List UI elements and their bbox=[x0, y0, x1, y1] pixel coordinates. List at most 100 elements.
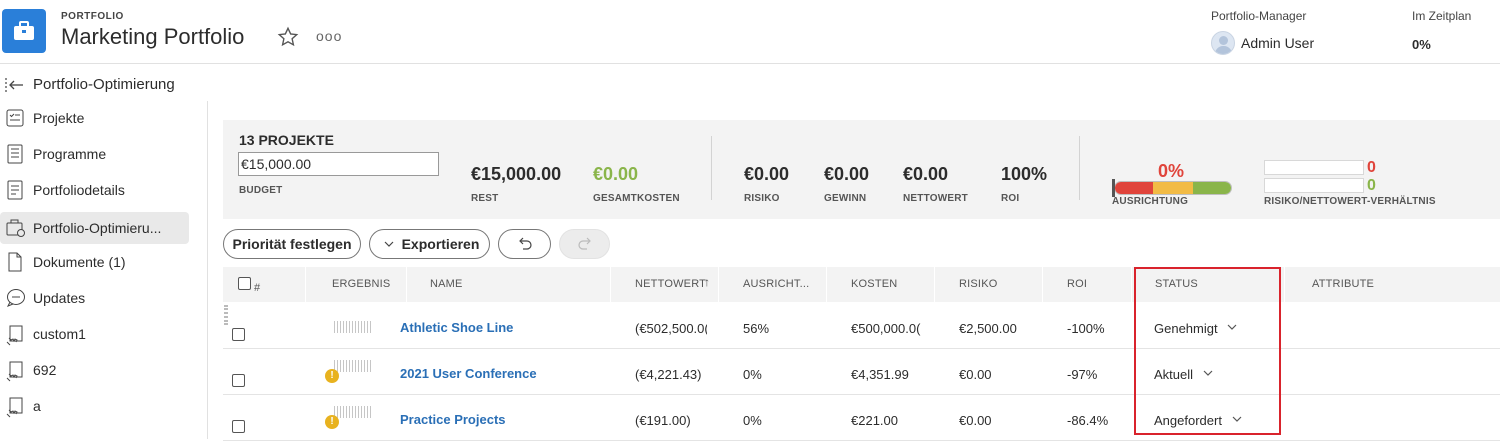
roi-cell: -97% bbox=[1067, 367, 1098, 382]
column-header-cost[interactable]: KOSTEN bbox=[851, 278, 897, 290]
programs-icon bbox=[6, 144, 24, 164]
schedule-label: Im Zeitplan bbox=[1412, 9, 1472, 23]
projects-icon bbox=[6, 108, 24, 128]
column-divider bbox=[718, 267, 719, 302]
sidebar-item-label: Portfolio-Optimieru... bbox=[33, 220, 162, 236]
risk-cell: €0.00 bbox=[959, 413, 992, 428]
avatar bbox=[1211, 31, 1235, 55]
custom-icon bbox=[6, 396, 24, 418]
favorite-star-icon[interactable] bbox=[277, 26, 299, 52]
project-name-link[interactable]: Athletic Shoe Line bbox=[400, 320, 513, 335]
project-name-link[interactable]: Practice Projects bbox=[400, 412, 506, 427]
roi-value: 100% bbox=[1001, 164, 1048, 184]
more-options-icon[interactable]: ooo bbox=[316, 28, 342, 44]
roi-cell: -100% bbox=[1067, 321, 1105, 336]
sidebar-item-label: a bbox=[33, 398, 41, 414]
cost-cell: €221.00 bbox=[851, 413, 898, 428]
net-value: €0.00 bbox=[903, 164, 949, 184]
alignment-cell: 56% bbox=[743, 321, 770, 336]
cost-cell: €500,000.0( bbox=[851, 321, 921, 336]
project-count: 13 PROJEKTE bbox=[239, 132, 334, 148]
sidebar-item-a[interactable]: a bbox=[0, 390, 189, 422]
rest-label: REST bbox=[471, 193, 499, 204]
redo-icon bbox=[577, 237, 593, 254]
sidebar-item-custom1[interactable]: custom1 bbox=[0, 318, 189, 350]
alignment-cell: 0% bbox=[743, 367, 762, 382]
column-divider bbox=[826, 267, 827, 302]
page-title: Marketing Portfolio bbox=[61, 24, 245, 49]
sidebar-item-optimizer[interactable]: Portfolio-Optimieru... bbox=[0, 212, 189, 244]
custom-icon bbox=[6, 360, 24, 382]
updates-icon bbox=[6, 288, 25, 308]
set-priority-button[interactable]: Priorität festlegen bbox=[223, 229, 361, 259]
sort-ascending-icon[interactable]: ↑ bbox=[704, 275, 710, 289]
column-header-alignment[interactable]: AUSRICHT... bbox=[743, 278, 809, 290]
sidebar-item-programs[interactable]: Programme bbox=[0, 138, 189, 170]
row-checkbox[interactable] bbox=[232, 374, 245, 387]
budget-label: BUDGET bbox=[239, 185, 283, 196]
column-divider bbox=[934, 267, 935, 302]
sidebar-item-label: Updates bbox=[33, 290, 86, 306]
sidebar-item-label: Programme bbox=[33, 146, 107, 162]
result-bars bbox=[334, 321, 374, 333]
column-divider bbox=[1042, 267, 1043, 302]
manager-name[interactable]: Admin User bbox=[1241, 35, 1314, 51]
risk-ratio-value: 0 bbox=[1367, 159, 1376, 176]
column-divider bbox=[610, 267, 611, 302]
sidebar-item-projects[interactable]: Projekte bbox=[0, 102, 189, 134]
risk-label: RISIKO bbox=[744, 193, 780, 204]
undo-button[interactable] bbox=[498, 229, 551, 259]
optimizer-icon bbox=[6, 218, 25, 238]
row-checkbox[interactable] bbox=[232, 328, 245, 341]
column-header-result[interactable]: ERGEBNIS bbox=[332, 278, 390, 290]
rest-value: €15,000.00 bbox=[471, 164, 562, 184]
alignment-gauge bbox=[1114, 181, 1232, 195]
risk-net-ratio-label: RISIKO/NETTOWERT-VERHÄLTNIS bbox=[1264, 196, 1436, 207]
risk-value: €0.00 bbox=[744, 164, 790, 184]
sidebar-item-updates[interactable]: Updates bbox=[0, 282, 189, 314]
briefcase-icon[interactable] bbox=[2, 9, 46, 53]
profit-value: €0.00 bbox=[824, 164, 870, 184]
risk-ratio-bar bbox=[1264, 160, 1364, 175]
redo-button[interactable] bbox=[559, 229, 610, 259]
column-header-attributes[interactable]: ATTRIBUTE bbox=[1312, 278, 1374, 290]
total-cost-value: €0.00 bbox=[593, 164, 639, 184]
roi-cell: -86.4% bbox=[1067, 413, 1109, 428]
export-button[interactable]: Exportieren bbox=[369, 229, 490, 259]
row-checkbox[interactable] bbox=[232, 420, 245, 433]
sidebar-item-label: Projekte bbox=[33, 110, 85, 126]
sidebar-item-label: custom1 bbox=[33, 326, 86, 342]
column-header-roi[interactable]: ROI bbox=[1067, 278, 1087, 290]
net-value-cell: (€502,500.0( bbox=[635, 321, 707, 336]
sidebar-item-692[interactable]: 692 bbox=[0, 354, 189, 386]
warning-icon[interactable]: ! bbox=[325, 369, 339, 383]
net-value-cell: (€191.00) bbox=[635, 413, 691, 428]
sidebar-item-details[interactable]: Portfoliodetails bbox=[0, 174, 189, 206]
select-all-checkbox[interactable] bbox=[238, 277, 251, 290]
roi-label: ROI bbox=[1001, 193, 1020, 204]
result-bars bbox=[334, 360, 374, 372]
budget-input[interactable] bbox=[238, 152, 439, 176]
result-bars bbox=[334, 406, 374, 418]
net-ratio-bar bbox=[1264, 178, 1364, 193]
details-icon bbox=[6, 180, 24, 200]
column-header-net[interactable]: NETTOWERT bbox=[635, 278, 706, 290]
column-divider bbox=[305, 267, 306, 302]
warning-icon[interactable]: ! bbox=[325, 415, 339, 429]
sidebar-item-label: 692 bbox=[33, 362, 57, 378]
custom-icon bbox=[6, 324, 24, 346]
summary-divider bbox=[711, 136, 712, 200]
export-label: Exportieren bbox=[401, 236, 480, 252]
chevron-down-icon bbox=[384, 236, 394, 252]
collapse-panel-icon[interactable] bbox=[5, 76, 25, 99]
risk-cell: €0.00 bbox=[959, 367, 992, 382]
column-header-number: # bbox=[254, 282, 261, 294]
column-header-name[interactable]: NAME bbox=[430, 278, 463, 290]
column-header-risk[interactable]: RISIKO bbox=[959, 278, 998, 290]
status-column-highlight bbox=[1134, 267, 1281, 435]
net-value-cell: (€4,221.43) bbox=[635, 367, 702, 382]
project-name-link[interactable]: 2021 User Conference bbox=[400, 366, 537, 381]
sidebar-item-documents[interactable]: Dokumente (1) bbox=[0, 246, 189, 278]
sidebar-item-label: Portfoliodetails bbox=[33, 182, 125, 198]
sidebar-item-label: Dokumente (1) bbox=[33, 254, 126, 270]
